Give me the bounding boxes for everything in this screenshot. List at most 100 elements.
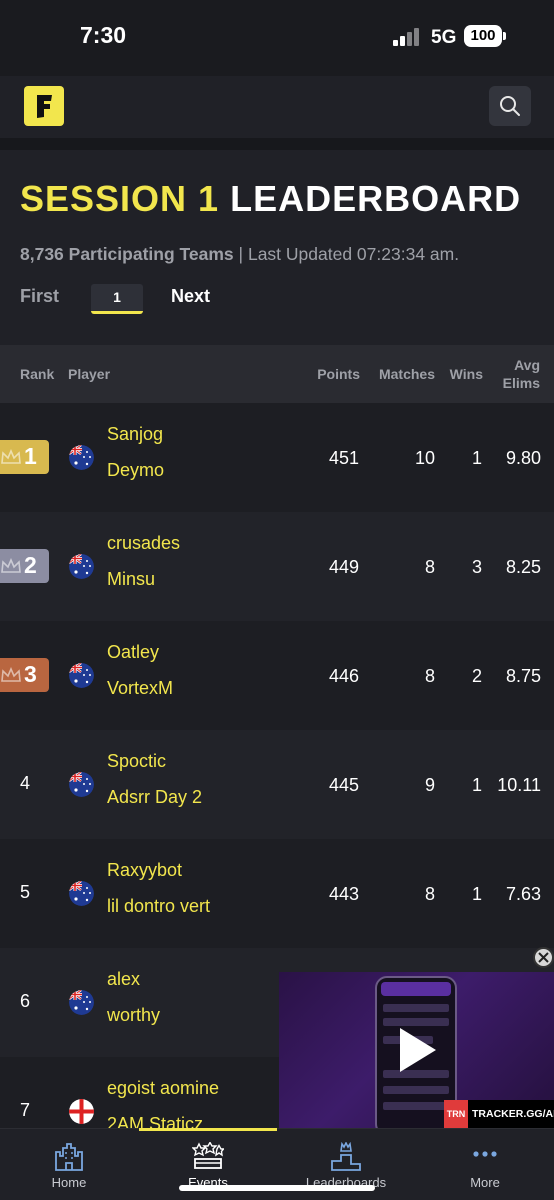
page-title: SESSION 1 LEADERBOARD: [20, 178, 521, 220]
ad-url: TRACKER.GG/APPS: [472, 1108, 554, 1120]
table-row[interactable]: 1 Sanjog Deymo 451 10 1 9.80: [0, 403, 554, 512]
nav-more-label: More: [470, 1175, 500, 1190]
home-indicator[interactable]: [179, 1185, 375, 1191]
ad-brand-logo: TRN: [444, 1100, 468, 1128]
search-icon: [500, 96, 520, 116]
signal-icon: [393, 28, 423, 46]
player-name-2[interactable]: worthy: [107, 1005, 160, 1026]
rank-number: 7: [20, 1100, 31, 1120]
nav-more[interactable]: More: [416, 1129, 554, 1200]
rank-number: 5: [20, 882, 31, 902]
rank-number: 4: [20, 773, 31, 793]
australia-flag-icon: [69, 990, 94, 1015]
title-session: SESSION 1: [20, 178, 220, 219]
player-name-1[interactable]: Oatley: [107, 642, 159, 663]
player-name-2[interactable]: Adsrr Day 2: [107, 787, 202, 808]
search-button[interactable]: [489, 86, 531, 126]
logo-f-icon: [37, 95, 52, 118]
column-elims[interactable]: Elims: [490, 375, 540, 391]
avg-elims-value: 8.25: [505, 557, 541, 577]
table-row[interactable]: 5 Raxyybot lil dontro vert 443 8 1 7.63: [0, 839, 554, 948]
player-name-1[interactable]: egoist aomine: [107, 1078, 219, 1099]
ad-close-button[interactable]: [533, 947, 554, 968]
rank-number: 1: [24, 443, 37, 469]
pagination: First 1 Next: [20, 284, 320, 318]
crown-icon: [1, 667, 21, 682]
top-bar: [0, 76, 554, 138]
nav-home[interactable]: Home: [0, 1129, 138, 1200]
player-name-2[interactable]: Minsu: [107, 569, 155, 590]
wins-value: 2: [471, 666, 482, 686]
close-icon: [538, 952, 549, 963]
nav-home-label: Home: [51, 1175, 87, 1190]
crown-icon: [1, 558, 21, 573]
more-icon: [473, 1151, 497, 1157]
points-value: 443: [328, 884, 359, 904]
network-type: 5G: [431, 27, 457, 48]
player-name-1[interactable]: crusades: [107, 533, 180, 554]
player-name-2[interactable]: VortexM: [107, 678, 173, 699]
table-row[interactable]: 4 Spoctic Adsrr Day 2 445 9 1 10.11: [0, 730, 554, 839]
column-matches[interactable]: Matches: [365, 366, 435, 382]
subtitle-separator: |: [238, 244, 244, 264]
avg-elims-value: 10.11: [497, 775, 541, 795]
video-ad[interactable]: TRN TRACKER.GG/APPS: [279, 972, 554, 1128]
australia-flag-icon: [69, 881, 94, 906]
wins-value: 1: [471, 884, 482, 904]
rank-badge-silver: 2: [0, 549, 49, 583]
column-player[interactable]: Player: [68, 366, 110, 382]
status-time: 7:30: [80, 22, 127, 48]
player-name-2[interactable]: lil dontro vert: [107, 896, 210, 917]
battery-icon: 100: [464, 25, 502, 47]
rank-number: 6: [20, 991, 31, 1011]
table-row[interactable]: 2 crusades Minsu 449 8 3 8.25: [0, 512, 554, 621]
next-page-button[interactable]: Next: [171, 286, 210, 307]
australia-flag-icon: [69, 663, 94, 688]
points-value: 445: [328, 775, 359, 795]
column-rank[interactable]: Rank: [20, 366, 54, 382]
points-value: 446: [328, 666, 359, 686]
first-page-button[interactable]: First: [20, 286, 59, 307]
column-points[interactable]: Points: [300, 366, 360, 382]
player-name-1[interactable]: Spoctic: [107, 751, 166, 772]
leaderboard-header: SESSION 1 LEADERBOARD 8,736 Participatin…: [0, 150, 554, 345]
last-updated: Last Updated 07:23:34 am.: [247, 244, 460, 264]
column-wins[interactable]: Wins: [440, 366, 483, 382]
battery-tip: [503, 32, 506, 40]
matches-value: 9: [424, 775, 435, 795]
play-icon[interactable]: [396, 1026, 438, 1074]
player-name-1[interactable]: Raxyybot: [107, 860, 182, 881]
current-page[interactable]: 1: [91, 284, 143, 314]
ad-brand-tag: TRN TRACKER.GG/APPS: [444, 1100, 554, 1128]
wins-value: 1: [471, 448, 482, 468]
player-name-2[interactable]: 2AM Staticz: [107, 1114, 203, 1128]
australia-flag-icon: [69, 554, 94, 579]
australia-flag-icon: [69, 772, 94, 797]
player-name-1[interactable]: alex: [107, 969, 140, 990]
avg-elims-value: 7.63: [505, 884, 541, 904]
australia-flag-icon: [69, 445, 94, 470]
matches-value: 8: [424, 666, 435, 686]
participating-teams: 8,736 Participating Teams: [20, 244, 234, 264]
subtitle: 8,736 Participating Teams | Last Updated…: [20, 244, 459, 265]
england-flag-icon: [69, 1099, 94, 1124]
points-value: 451: [328, 448, 359, 468]
wins-value: 3: [471, 557, 482, 577]
crown-icon: [1, 449, 21, 464]
status-bar: 7:30 5G 100: [0, 0, 554, 76]
avg-elims-value: 9.80: [505, 448, 541, 468]
events-icon: [192, 1142, 224, 1169]
player-name-2[interactable]: Deymo: [107, 460, 164, 481]
matches-value: 8: [424, 557, 435, 577]
podium-icon: [331, 1142, 361, 1171]
divider: [0, 138, 554, 150]
title-leaderboard: LEADERBOARD: [230, 178, 522, 219]
table-row[interactable]: 3 Oatley VortexM 446 8 2 8.75: [0, 621, 554, 730]
matches-value: 8: [424, 884, 435, 904]
rank-number: 3: [24, 661, 37, 687]
player-name-1[interactable]: Sanjog: [107, 424, 163, 445]
rank-badge-gold: 1: [0, 440, 49, 474]
rank-badge-bronze: 3: [0, 658, 49, 692]
fortnite-logo[interactable]: [24, 86, 64, 126]
column-avg[interactable]: Avg: [490, 357, 540, 373]
